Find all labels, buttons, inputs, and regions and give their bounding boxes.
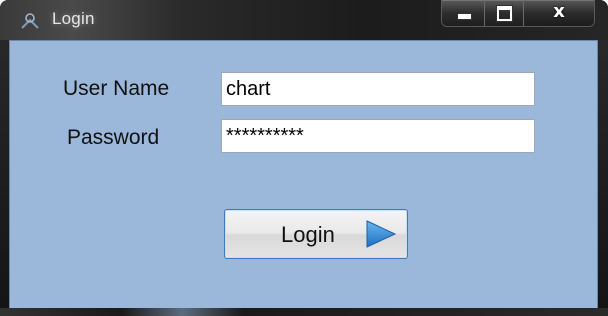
password-label: Password — [67, 126, 160, 149]
login-button[interactable]: Login — [224, 209, 408, 259]
password-field[interactable]: ********** — [221, 119, 535, 153]
close-icon: x — [553, 1, 565, 22]
maximize-icon — [497, 6, 512, 21]
minimize-button[interactable] — [442, 0, 485, 26]
play-arrow-icon — [366, 220, 397, 248]
minimize-icon — [457, 13, 472, 20]
window-bottom-edge — [0, 308, 608, 316]
username-field[interactable]: chart — [221, 72, 535, 106]
username-label: User Name — [63, 77, 170, 100]
title-bar[interactable]: Login x — [0, 0, 608, 40]
app-icon — [21, 13, 39, 29]
login-form: User Name chart Password ********** Logi… — [9, 40, 598, 310]
login-button-label: Login — [281, 222, 335, 247]
close-button[interactable]: x — [524, 0, 594, 26]
window-controls: x — [441, 0, 595, 27]
login-window: Login x User Name chart Password *******… — [0, 0, 608, 316]
window-title: Login — [52, 9, 95, 28]
maximize-button[interactable] — [485, 0, 524, 26]
